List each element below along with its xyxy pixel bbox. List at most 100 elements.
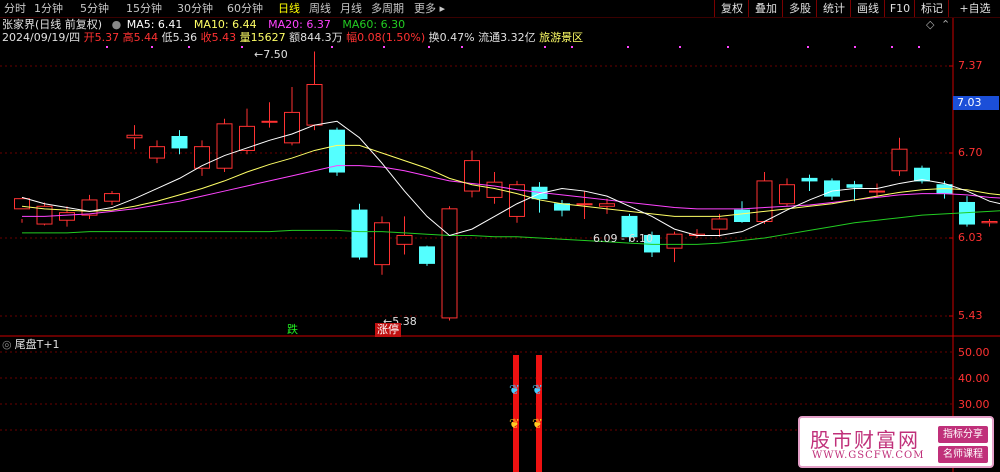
candle-body <box>419 246 435 264</box>
candle-body <box>351 209 368 258</box>
candle-body <box>104 193 120 202</box>
settings-dot-icon[interactable]: ● <box>112 18 122 31</box>
diamond-icon[interactable]: ◇ <box>926 18 934 32</box>
tab-30min[interactable]: 30分钟 <box>177 0 213 17</box>
tab-more[interactable]: 更多 ▸ <box>414 0 445 17</box>
watermark-url: WWW.GSCFW.COM <box>812 450 925 461</box>
ma5-line <box>21 120 1000 237</box>
signal-dot <box>571 46 573 48</box>
candle-body <box>779 184 795 205</box>
indicator-label-30: 30.00 <box>958 398 990 411</box>
range-annotation: 6.09 - 6.10 <box>593 232 653 245</box>
candle-body <box>171 136 188 149</box>
candle-body <box>441 208 458 319</box>
candle-body <box>981 221 998 224</box>
butterfly-icon-cyan: ❦ <box>509 383 520 398</box>
tag-limit-up: 涨停 <box>375 323 401 337</box>
candle-body <box>824 180 840 197</box>
signal-dot <box>188 46 190 48</box>
current-price-badge: 7.03 <box>953 96 999 110</box>
candle-body <box>464 160 480 192</box>
change-value: 幅0.08(1.50%) <box>346 31 426 44</box>
candle-body <box>666 233 683 249</box>
candle-body <box>396 234 413 245</box>
watermark-tag-courses: 名师课程 <box>938 446 988 463</box>
bar-date: 2024/09/19/四 <box>2 31 81 44</box>
button-stats[interactable]: 统计 <box>816 0 851 17</box>
ma60-label: MA60: 6.30 <box>342 18 406 31</box>
indicator-bar <box>536 355 542 472</box>
candle-body <box>801 177 818 182</box>
candle-body <box>59 212 75 221</box>
signal-dot <box>461 46 463 48</box>
bar-info-line: 2024/09/19/四 开5.37 高5.44 低5.36 收5.43 量15… <box>2 31 583 45</box>
candle-body <box>284 111 300 144</box>
high-price-annotation: ←7.50 <box>254 48 288 61</box>
tag-down: 跌 <box>287 323 298 336</box>
open-value: 开5.37 <box>83 31 120 44</box>
signal-dot <box>854 46 856 48</box>
button-multi-stock[interactable]: 多股 <box>782 0 817 17</box>
volume-value: 量15627 <box>239 31 286 44</box>
butterfly-icon-yellow: ❦ <box>532 417 543 432</box>
ma5-label: MA5: 6.41 <box>126 18 183 31</box>
button-overlay[interactable]: 叠加 <box>748 0 783 17</box>
signal-dot <box>727 46 729 48</box>
ma20-label: MA20: 6.37 <box>268 18 331 31</box>
price-label-bottom: 5.43 <box>958 309 983 322</box>
candle-body <box>576 203 593 206</box>
watermark-logo: 股市财富网 WWW.GSCFW.COM 指标分享 名师课程 <box>798 416 994 468</box>
candle-body <box>216 123 233 169</box>
indicator-settings-icon[interactable]: ◎ <box>2 338 12 351</box>
kline-chart[interactable]: ❦ ❦ ❦ ❦ <box>0 0 1000 472</box>
candle-body <box>149 146 165 159</box>
candle-body <box>261 120 278 123</box>
candle-body <box>374 222 390 266</box>
watermark-tag-indicators: 指标分享 <box>938 426 988 443</box>
candle-body <box>239 125 255 151</box>
signal-dot <box>241 46 243 48</box>
signal-dot <box>331 46 333 48</box>
tab-15min[interactable]: 15分钟 <box>126 0 162 17</box>
ma10-label: MA10: 6.44 <box>193 18 257 31</box>
tab-monthly[interactable]: 月线 <box>340 0 362 17</box>
button-fuquan[interactable]: 复权 <box>714 0 749 17</box>
high-value: 高5.44 <box>122 31 159 44</box>
indicator-label-50: 50.00 <box>958 346 990 359</box>
button-mark[interactable]: 标记 <box>914 0 949 17</box>
candle-body <box>846 184 863 188</box>
butterfly-icon-cyan: ❦ <box>532 383 543 398</box>
tab-5min[interactable]: 5分钟 <box>80 0 109 17</box>
indicator-title: ◎ 尾盘T+1 <box>2 338 60 351</box>
watermark-title: 股市财富网 <box>810 428 920 452</box>
signal-dot <box>807 46 809 48</box>
indicator-bar <box>513 355 519 472</box>
signal-dot <box>544 46 546 48</box>
indicator-label-40: 40.00 <box>958 372 990 385</box>
amount-value: 额844.3万 <box>289 31 343 44</box>
tab-1min[interactable]: 1分钟 <box>34 0 63 17</box>
tab-60min[interactable]: 60分钟 <box>227 0 263 17</box>
period-toolbar: 分时 1分钟 5分钟 15分钟 30分钟 60分钟 日线 周线 月线 多周期 更… <box>0 0 1000 18</box>
signal-dot <box>627 46 629 48</box>
sector-value: 旅游景区 <box>539 31 584 44</box>
candle-body <box>756 180 773 223</box>
price-label-low: 6.03 <box>958 231 983 244</box>
button-add-watchlist[interactable]: +自选 <box>948 0 1000 17</box>
button-draw[interactable]: 画线 <box>850 0 885 17</box>
tab-weekly[interactable]: 周线 <box>309 0 331 17</box>
signal-dot <box>679 46 681 48</box>
candle-body <box>914 167 930 182</box>
signal-dot <box>151 46 153 48</box>
tab-multi-period[interactable]: 多周期 <box>371 0 404 17</box>
low-value: 低5.36 <box>161 31 198 44</box>
tab-daily[interactable]: 日线 <box>278 0 300 17</box>
signal-dot <box>891 46 893 48</box>
collapse-icon[interactable]: ⌃ <box>941 18 950 32</box>
signal-dot <box>428 46 430 48</box>
tab-fenshi[interactable]: 分时 <box>4 0 26 17</box>
button-f10[interactable]: F10 <box>884 0 915 17</box>
candle-body <box>869 190 885 193</box>
close-value: 收5.43 <box>200 31 237 44</box>
candle-body <box>734 209 750 223</box>
